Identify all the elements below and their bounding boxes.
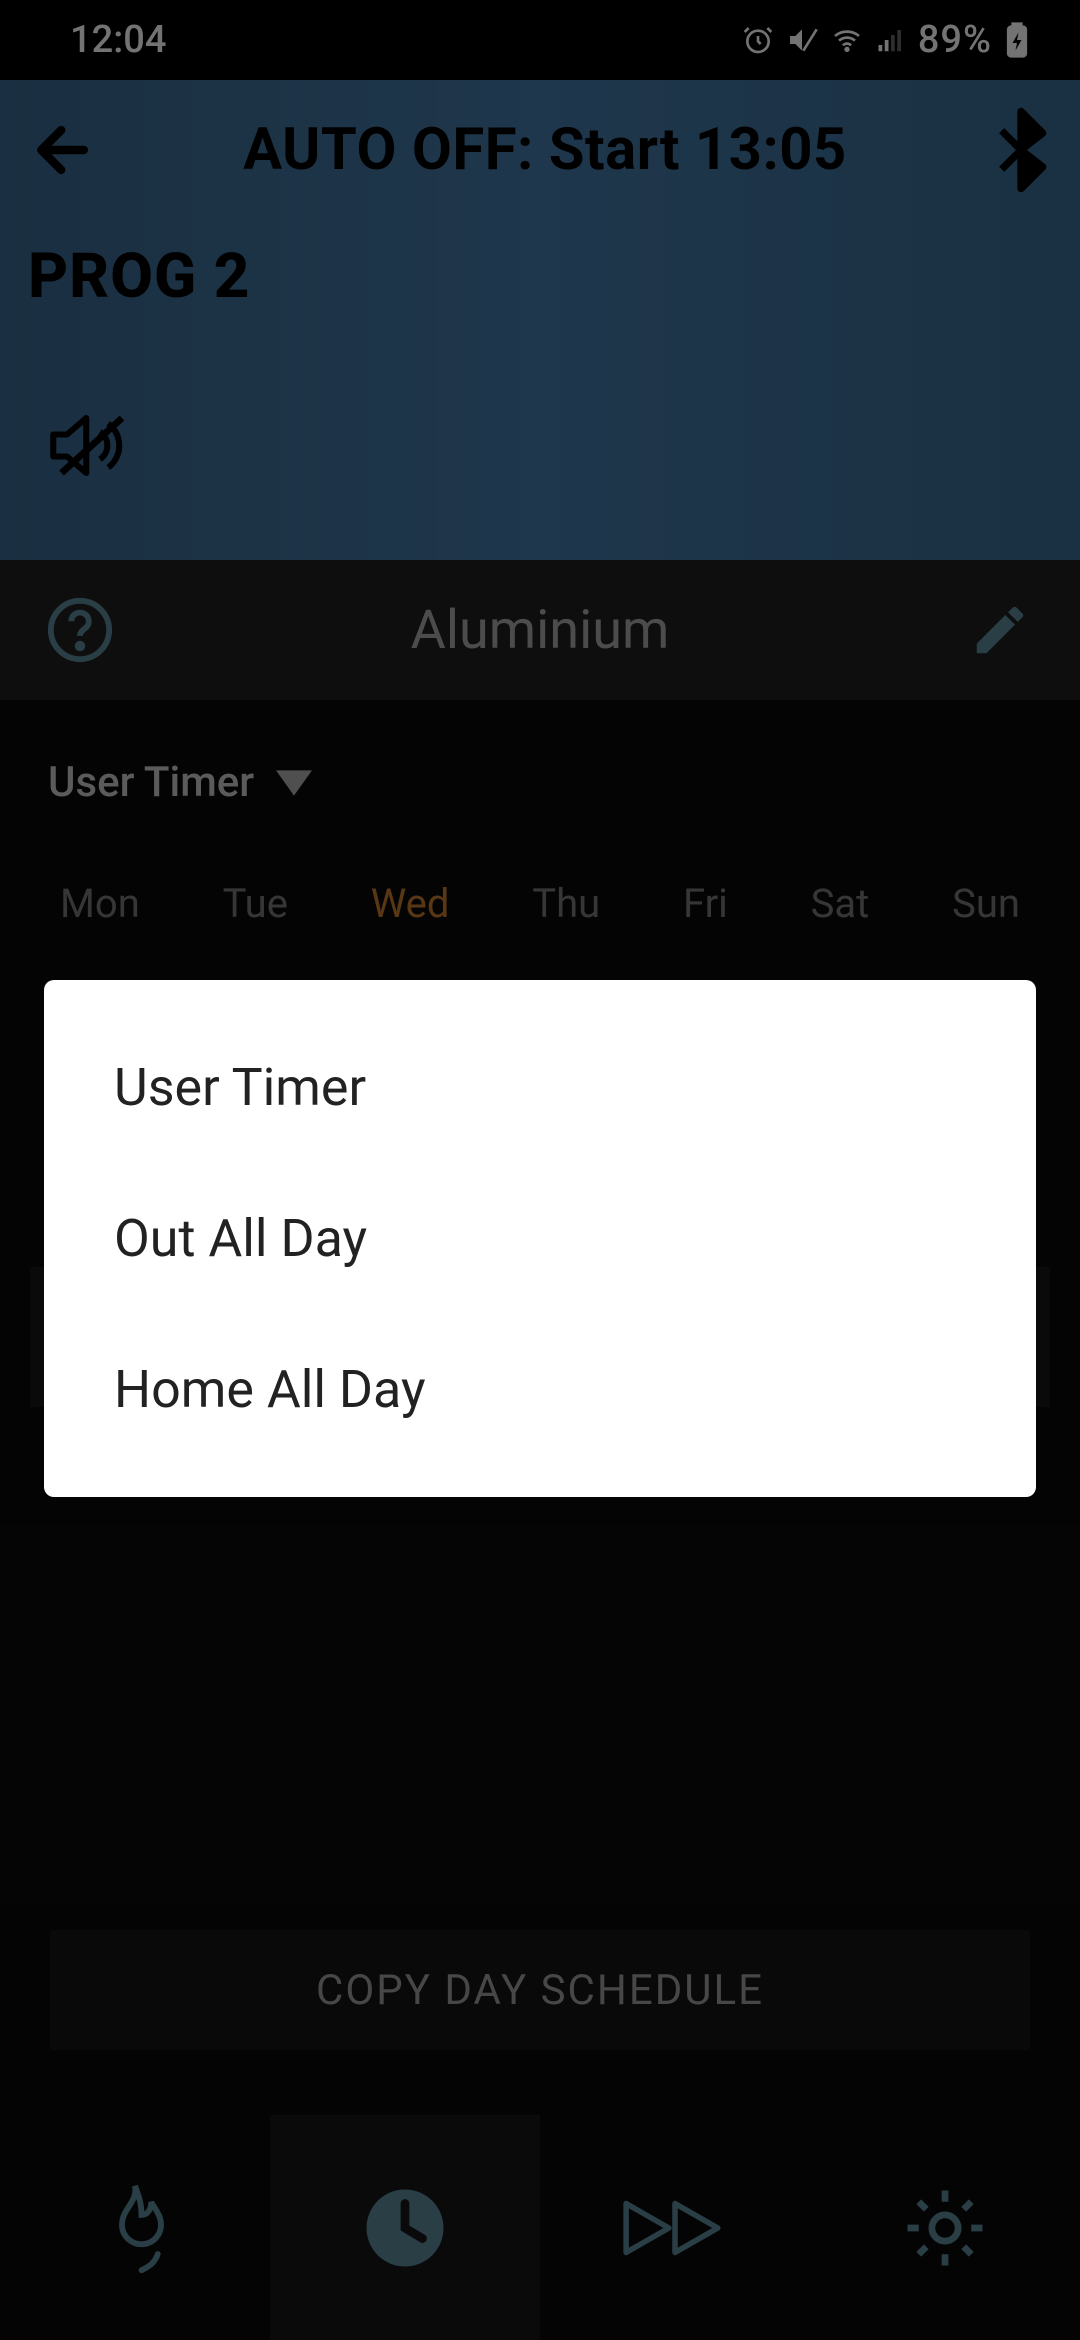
- modal-option-user-timer[interactable]: User Timer: [44, 1012, 1036, 1163]
- mode-picker-modal: User Timer Out All Day Home All Day: [44, 980, 1036, 1497]
- modal-option-home-all-day[interactable]: Home All Day: [44, 1314, 1036, 1465]
- modal-option-out-all-day[interactable]: Out All Day: [44, 1163, 1036, 1314]
